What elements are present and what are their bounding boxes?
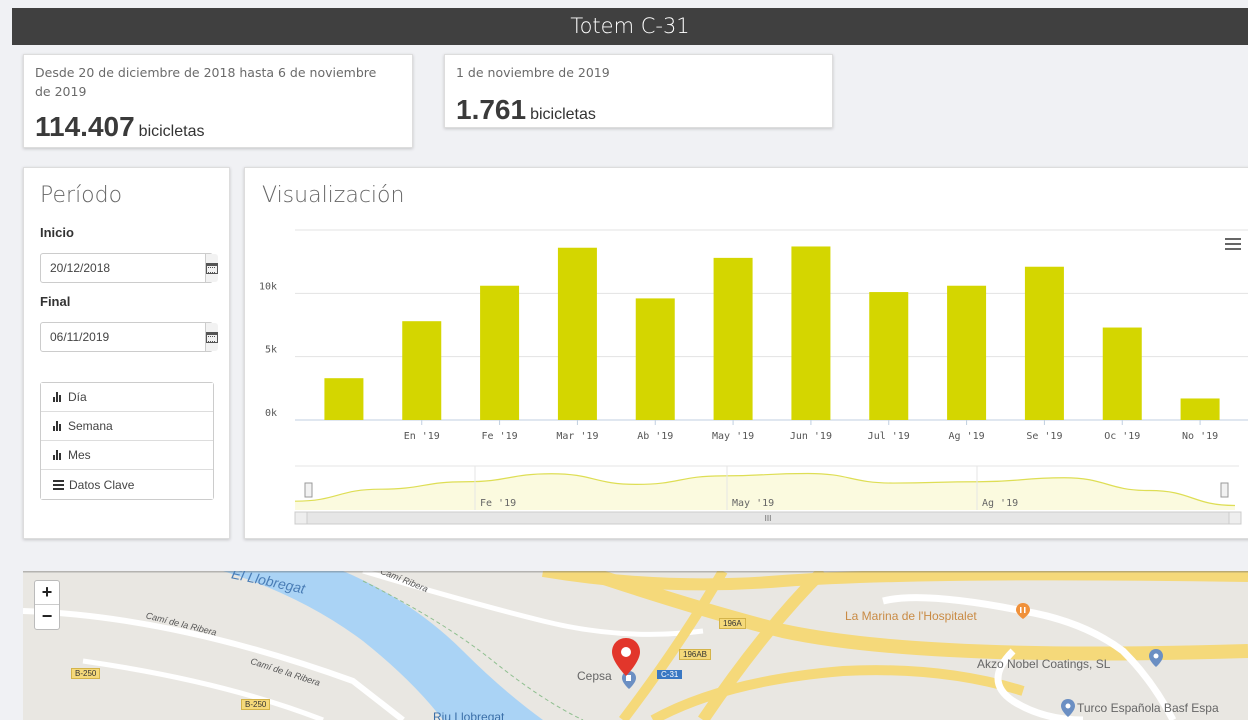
navigator-right-handle bbox=[1220, 482, 1229, 498]
week-button[interactable]: Semana bbox=[41, 412, 213, 441]
hamburger-icon[interactable] bbox=[1225, 238, 1241, 250]
granularity-button-group: Día Semana Mes Datos Clave bbox=[40, 382, 214, 500]
calendar-icon bbox=[206, 262, 218, 274]
start-date-calendar-button[interactable] bbox=[205, 254, 218, 282]
chart-bar bbox=[635, 298, 675, 420]
chart-bar bbox=[713, 257, 753, 420]
x-tick-label: No '19 bbox=[1182, 431, 1218, 442]
poi-label: Turco Española Basf Espa bbox=[1077, 701, 1219, 715]
x-axis-labels: En '19 Fe '19 Mar '19 Ab '19 May '19 Jun '19 J… bbox=[404, 420, 1218, 442]
y-tick-label: 0k bbox=[265, 408, 277, 419]
end-date-group bbox=[40, 322, 218, 352]
x-tick-label: Jun '19 bbox=[790, 431, 832, 442]
zoom-control: + − bbox=[34, 580, 60, 630]
key-data-button[interactable]: Datos Clave bbox=[41, 470, 213, 499]
exit-badge: 196AB bbox=[679, 649, 712, 660]
scroll-left-button bbox=[294, 511, 308, 525]
river-shape bbox=[223, 571, 543, 720]
chart-bar bbox=[557, 247, 597, 420]
day-button[interactable]: Día bbox=[41, 383, 213, 412]
zoom-in-button[interactable]: + bbox=[35, 581, 59, 605]
list-icon bbox=[53, 479, 64, 490]
day-stat-unit: bicicletas bbox=[530, 106, 596, 123]
y-tick-label: 5k bbox=[265, 345, 277, 356]
map[interactable]: + − El Llobregat Camí Ribera Camí de la … bbox=[23, 571, 1248, 720]
day-button-label: Día bbox=[68, 390, 87, 404]
location-marker-icon[interactable] bbox=[611, 637, 641, 677]
start-date-group bbox=[40, 253, 218, 283]
place-pin-icon[interactable] bbox=[1149, 649, 1163, 667]
day-stat-label: 1 de noviembre de 2019 bbox=[456, 65, 610, 80]
chart-bar bbox=[480, 285, 520, 420]
period-panel: Período Inicio Final Día Semana Mes Dato… bbox=[23, 167, 230, 539]
bar-chart: En '19 Fe '19 Mar '19 Ab '19 May '19 Jun '19 J… bbox=[259, 229, 1248, 525]
week-button-label: Semana bbox=[68, 419, 113, 433]
restaurant-pin-icon[interactable] bbox=[1016, 603, 1030, 619]
navigator-label: May '19 bbox=[732, 498, 774, 509]
total-stat-label: Desde 20 de diciembre de 2018 hasta 6 de… bbox=[35, 65, 377, 99]
chart-bar bbox=[1024, 266, 1064, 420]
x-tick-label: Se '19 bbox=[1026, 431, 1062, 442]
bar-chart-icon bbox=[53, 450, 63, 460]
chart-bar bbox=[1180, 398, 1220, 420]
road-badge: B-250 bbox=[71, 668, 101, 679]
calendar-icon bbox=[206, 331, 218, 343]
navigator-label: Fe '19 bbox=[480, 498, 516, 509]
chart-bars bbox=[324, 246, 1220, 420]
poi-label: Akzo Nobel Coatings, SL bbox=[977, 657, 1111, 671]
road-badge: B-250 bbox=[241, 699, 271, 710]
scroll-right-button bbox=[1228, 511, 1242, 525]
chart-navigator: Fe '19 May '19 Ag '19 III bbox=[294, 465, 1242, 525]
key-data-button-label: Datos Clave bbox=[69, 477, 135, 492]
chart-bar bbox=[869, 292, 909, 420]
chart-bar bbox=[324, 378, 364, 420]
y-axis-labels: 0k 5k 10k bbox=[259, 281, 277, 419]
day-stat-value: 1.761 bbox=[456, 94, 527, 125]
place-pin-icon[interactable] bbox=[1061, 699, 1075, 717]
chart-bar bbox=[402, 321, 442, 420]
total-stat-value: 114.407 bbox=[35, 111, 135, 142]
day-stat-value-row: 1.761 bicicletas bbox=[456, 94, 596, 126]
x-tick-label: Ag '19 bbox=[949, 431, 985, 442]
x-tick-label: Oc '19 bbox=[1104, 431, 1140, 442]
chart-bar bbox=[791, 246, 831, 420]
total-stat-value-row: 114.407 bicicletas bbox=[35, 111, 204, 143]
start-date-input[interactable] bbox=[41, 254, 205, 282]
navigator-left-handle bbox=[304, 482, 313, 498]
month-button-label: Mes bbox=[68, 448, 91, 462]
poi-label: Cepsa bbox=[577, 669, 612, 683]
end-date-input[interactable] bbox=[41, 323, 205, 351]
x-tick-label: May '19 bbox=[712, 431, 754, 442]
end-date-calendar-button[interactable] bbox=[205, 323, 218, 351]
bar-chart-icon bbox=[53, 392, 63, 402]
end-date-label: Final bbox=[40, 294, 71, 309]
x-tick-label: Jul '19 bbox=[868, 431, 910, 442]
month-button[interactable]: Mes bbox=[41, 441, 213, 470]
navigator-label: Ag '19 bbox=[982, 498, 1018, 509]
page-title-bar: Totem C-31 bbox=[12, 8, 1248, 45]
highway-shape bbox=[698, 571, 828, 720]
poi-label: La Marina de l'Hospitalet bbox=[845, 609, 977, 623]
chart-bar bbox=[947, 285, 987, 420]
start-date-label: Inicio bbox=[40, 225, 74, 240]
x-tick-label: Mar '19 bbox=[556, 431, 598, 442]
visualization-panel: Visualización En '19 Fe '19 Mar '19 Ab '19 M… bbox=[244, 167, 1248, 539]
highway-shape bbox=[542, 571, 1248, 591]
river-name-label: Riu Llobregat bbox=[433, 710, 505, 720]
total-stat-unit: bicicletas bbox=[138, 123, 205, 140]
period-title: Período bbox=[40, 183, 123, 208]
road-badge: C-31 bbox=[657, 670, 683, 679]
y-tick-label: 10k bbox=[259, 281, 277, 292]
x-tick-label: Ab '19 bbox=[637, 431, 673, 442]
bar-chart-icon bbox=[53, 421, 63, 431]
day-stat-card: 1 de noviembre de 2019 1.761 bicicletas bbox=[444, 54, 833, 128]
exit-badge: 196A bbox=[719, 618, 746, 629]
zoom-out-button[interactable]: − bbox=[35, 605, 59, 629]
chart-bar bbox=[1102, 327, 1142, 420]
x-tick-label: En '19 bbox=[404, 431, 440, 442]
page-title: Totem C-31 bbox=[570, 14, 690, 38]
x-tick-label: Fe '19 bbox=[482, 431, 518, 442]
total-stat-card: Desde 20 de diciembre de 2018 hasta 6 de… bbox=[23, 54, 413, 148]
scrollbar-grip: III bbox=[765, 514, 772, 523]
